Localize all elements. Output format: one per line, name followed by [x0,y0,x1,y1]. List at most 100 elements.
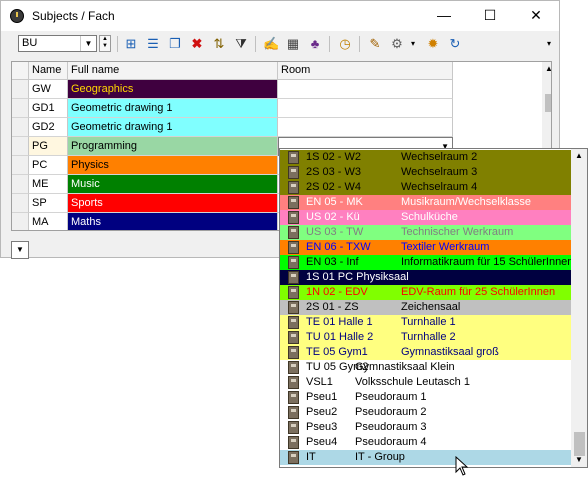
room-option[interactable]: US 02 - Kü Schulküche [280,210,571,225]
subject-selector-combo[interactable]: BU ▼ [18,35,97,52]
row-header[interactable] [12,137,29,156]
row-header[interactable] [12,194,29,213]
cell-full-name[interactable]: Geometric drawing 1 [68,118,278,137]
column-header-room[interactable]: Room [278,62,453,80]
room-option-name: IT [306,451,316,463]
settings-icon[interactable]: ⚙ [389,36,405,52]
room-option[interactable]: TE 05 Gym1 Gymnastiksaal groß [280,345,571,360]
row-header[interactable] [12,118,29,137]
room-option[interactable]: IT IT - Group [280,450,571,465]
toolbar-separator [117,36,118,52]
row-header[interactable] [12,175,29,194]
cell-room[interactable] [278,99,453,118]
room-option-name: 2S 03 - W3 [306,166,362,178]
toolbar-overflow-icon[interactable]: ▾ [541,36,557,52]
cell-name[interactable]: GD1 [29,99,68,118]
room-option[interactable]: Pseu4 Pseudoraum 4 [280,435,571,450]
room-icon [288,151,299,164]
room-icon [288,256,299,269]
cell-name[interactable]: GW [29,80,68,99]
room-option[interactable]: 1N 02 - EDV EDV-Raum für 25 SchülerInnen [280,285,571,300]
room-dropdown-list: 1S 02 - W2 Wechselraum 2 2S 03 - W3 Wechsel… [279,148,588,468]
column-header-name[interactable]: Name [29,62,68,80]
room-option-name: US 02 - Kü [306,211,360,223]
scroll-up-icon[interactable]: ▲ [575,151,583,160]
room-option[interactable]: Pseu3 Pseudoraum 3 [280,420,571,435]
room-option-name: EN 03 - Inf [306,256,359,268]
row-header[interactable] [12,99,29,118]
room-option-full-name: Technischer Werkraum [401,226,514,238]
spellcheck-icon[interactable]: ✍ [263,36,279,52]
cell-room[interactable] [278,80,453,99]
cell-name[interactable]: SP [29,194,68,213]
cell-full-name[interactable]: Music [68,175,278,194]
close-button[interactable]: ✕ [513,1,559,31]
room-option[interactable]: EN 03 - Inf Informatikraum für 15 Schüler… [280,255,573,270]
room-option[interactable]: 2S 03 - W3 Wechselraum 3 [280,165,571,180]
sort-icon[interactable]: ⇅ [211,36,227,52]
people-icon[interactable]: ♣ [307,36,323,52]
room-option[interactable]: Pseu1 Pseudoraum 1 [280,390,571,405]
row-header[interactable] [12,213,29,230]
cell-name[interactable]: PC [29,156,68,175]
room-option-name: 1S 01 PC Physiksaal [306,271,409,283]
row-header[interactable] [12,80,29,99]
chevron-down-icon[interactable]: ▾ [405,36,421,52]
room-icon [288,361,299,374]
cell-full-name[interactable]: Physics [68,156,278,175]
chevron-down-icon[interactable]: ▼ [80,36,96,51]
room-option[interactable]: 1S 01 PC Physiksaal [280,270,571,285]
cell-full-name[interactable]: Maths [68,213,278,230]
room-option-name: Pseu4 [306,436,338,448]
filter-icon[interactable]: ⧩ [233,36,249,52]
room-icon [288,226,299,239]
cell-full-name[interactable]: Geometric drawing 1 [68,99,278,118]
scroll-up-icon[interactable]: ▲ [545,64,551,73]
room-option-name: TE 05 Gym1 [306,346,368,358]
room-option[interactable]: EN 05 - MK Musikraum/Wechselklasse [280,195,571,210]
palette-icon[interactable]: ✎ [367,36,383,52]
room-option-full-name: Pseudoraum 4 [355,436,427,448]
room-option[interactable]: TU 05 Gym2 Gymnastiksaal Klein [280,360,571,375]
list-icon[interactable]: ☰ [145,36,161,52]
gear-icon[interactable]: ✹ [425,36,441,52]
room-option[interactable]: TE 01 Halle 1 Turnhalle 1 [280,315,571,330]
columns-icon[interactable]: ▦ [285,36,301,52]
room-option[interactable]: Pseu2 Pseudoraum 2 [280,405,571,420]
cell-full-name[interactable]: Geographics [68,80,278,99]
room-option-name: TU 01 Halle 2 [306,331,374,343]
toolbar-separator [255,36,256,52]
scroll-down-icon[interactable]: ▼ [575,455,583,464]
cell-full-name[interactable]: Programming [68,137,278,156]
room-option-name: VSL1 [306,376,333,388]
scroll-thumb[interactable] [574,432,585,456]
cell-room[interactable] [278,118,453,137]
cell-full-name[interactable]: Sports [68,194,278,213]
room-option[interactable]: 2S 02 - W4 Wechselraum 4 [280,180,571,195]
cell-name[interactable]: ME [29,175,68,194]
room-option[interactable]: 1S 02 - W2 Wechselraum 2 [280,150,571,165]
row-header[interactable] [12,156,29,175]
room-option[interactable]: 2S 01 - ZS Zeichensaal [280,300,571,315]
room-icon [288,316,299,329]
expand-button[interactable]: ▼ [11,241,29,259]
refresh-icon[interactable]: ↻ [447,36,463,52]
scroll-thumb[interactable] [545,94,551,112]
room-icon [288,331,299,344]
minimize-button[interactable]: — [421,1,467,31]
room-option[interactable]: EN 06 - TXW Textiler Werkraum [280,240,571,255]
room-option[interactable]: VSL1 Volksschule Leutasch 1 [280,375,571,390]
cell-name[interactable]: MA [29,213,68,230]
room-option[interactable]: US 03 - TW Technischer Werkraum [280,225,571,240]
new-row-icon[interactable]: ⊞ [123,36,139,52]
new-document-icon[interactable]: ❐ [167,36,183,52]
maximize-button[interactable]: ☐ [467,1,513,31]
delete-icon[interactable]: ✖ [189,36,205,52]
spin-stepper[interactable]: ▲ ▼ [99,35,111,52]
dropdown-scrollbar[interactable]: ▲ ▼ [571,149,587,467]
clock-icon[interactable]: ◷ [337,36,353,52]
column-header-full-name[interactable]: Full name [68,62,278,80]
cell-name[interactable]: GD2 [29,118,68,137]
room-option[interactable]: TU 01 Halle 2 Turnhalle 2 [280,330,571,345]
cell-name[interactable]: PG [29,137,68,156]
